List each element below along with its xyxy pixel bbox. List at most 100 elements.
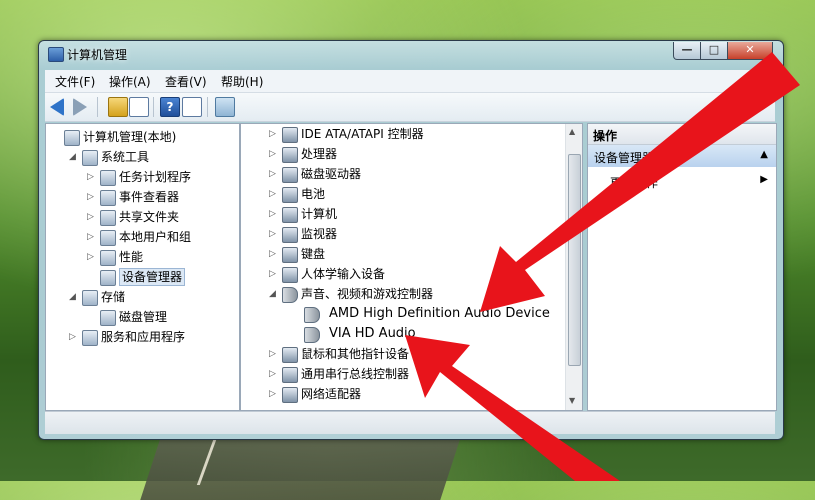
show-hide-tree-icon[interactable] — [129, 97, 149, 117]
collapse-icon[interactable]: ▲ — [760, 149, 768, 160]
tree-item-label: 设备管理器 — [119, 268, 186, 286]
device-tree-item[interactable]: ▷ 通用串行总线控制器 — [241, 365, 561, 383]
help-icon[interactable]: ? — [160, 97, 180, 117]
device-tree-item[interactable]: ▷ 磁盘驱动器 — [241, 165, 561, 183]
up-folder-icon[interactable] — [108, 97, 128, 117]
tree-item-label: 事件查看器 — [119, 190, 180, 204]
tree-item-label: 任务计划程序 — [119, 170, 192, 184]
status-bar — [45, 411, 775, 434]
expand-icon[interactable]: ▷ — [69, 328, 76, 346]
device-label: 计算机 — [301, 207, 338, 221]
expand-icon[interactable]: ▷ — [87, 188, 94, 206]
actions-section[interactable]: 设备管理器 ▲ — [588, 145, 776, 167]
monitor-icon — [282, 227, 298, 243]
device-tree-item[interactable]: ▷ IDE ATA/ATAPI 控制器 — [241, 125, 561, 143]
tree-item[interactable]: ▷ 服务和应用程序 — [46, 328, 236, 346]
expand-icon[interactable]: ▷ — [269, 265, 276, 283]
tree-item-label: 性能 — [119, 250, 144, 264]
device-tree-item[interactable]: ◢ 声音、视频和游戏控制器 — [241, 285, 561, 303]
expand-icon[interactable]: ▷ — [269, 205, 276, 223]
device-tree-item[interactable]: ▷ 计算机 — [241, 205, 561, 223]
tree-item[interactable]: ▷ 任务计划程序 — [46, 168, 236, 186]
chevron-right-icon: ▶ — [760, 174, 768, 185]
device-label: 声音、视频和游戏控制器 — [301, 287, 434, 301]
tree-item[interactable]: ▷ 共享文件夹 — [46, 208, 236, 226]
tree-item[interactable]: ◢ 系统工具 — [46, 148, 236, 166]
device-tree-item[interactable]: ▷ 电池 — [241, 185, 561, 203]
expand-icon[interactable]: ▷ — [269, 345, 276, 363]
tree-item[interactable]: ▷ 事件查看器 — [46, 188, 236, 206]
tools-icon — [82, 150, 98, 166]
scan-hardware-icon[interactable] — [215, 97, 235, 117]
expand-icon[interactable]: ▷ — [87, 248, 94, 266]
device-tree-item[interactable]: ▷ 人体学输入设备 — [241, 265, 561, 283]
actions-section-label: 设备管理器 — [594, 151, 655, 165]
toolbar: ? — [45, 93, 775, 122]
forward-arrow-icon[interactable] — [73, 98, 87, 116]
title-bar[interactable]: 计算机管理 — □ ✕ — [39, 41, 783, 67]
expand-icon[interactable]: ▷ — [269, 385, 276, 403]
device-tree-item[interactable]: ▷ 键盘 — [241, 245, 561, 263]
device-tree-item[interactable]: ▷ 网络适配器 — [241, 385, 561, 403]
toolbar-separator — [153, 97, 154, 117]
tree-item[interactable]: ◢ 存储 — [46, 288, 236, 306]
expand-icon[interactable]: ▷ — [269, 125, 276, 143]
expand-icon[interactable]: ▷ — [87, 228, 94, 246]
collapse-icon[interactable]: ◢ — [69, 288, 76, 306]
close-button[interactable]: ✕ — [727, 42, 773, 60]
tree-item[interactable]: 设备管理器 — [46, 268, 236, 286]
speaker-icon — [304, 307, 320, 323]
device-label: 处理器 — [301, 147, 338, 161]
device-label: VIA HD Audio — [329, 326, 416, 341]
device-label: 人体学输入设备 — [301, 267, 386, 281]
scrollbar-thumb[interactable] — [568, 154, 581, 366]
tree-item[interactable]: ▷ 性能 — [46, 248, 236, 266]
event-viewer-icon — [100, 190, 116, 206]
speaker-icon — [282, 287, 298, 303]
device-tree-item[interactable]: ▷ 处理器 — [241, 145, 561, 163]
tree-item-label: 系统工具 — [101, 150, 150, 164]
expand-icon[interactable]: ▷ — [269, 245, 276, 263]
tree-item[interactable]: 磁盘管理 — [46, 308, 236, 326]
expand-icon[interactable]: ▷ — [269, 365, 276, 383]
computer-icon — [282, 207, 298, 223]
device-label: 网络适配器 — [301, 387, 362, 401]
device-tree-item[interactable]: VIA HD Audio — [241, 325, 561, 343]
collapse-icon[interactable]: ◢ — [69, 148, 76, 166]
device-tree-item[interactable]: ▷ 监视器 — [241, 225, 561, 243]
more-actions-item[interactable]: 更多操作 ▶ — [588, 172, 776, 192]
vertical-scrollbar[interactable]: ▲ ▼ — [565, 124, 582, 410]
menu-view[interactable]: 查看(V) — [165, 73, 207, 90]
device-manager-icon — [100, 270, 116, 286]
tree-item[interactable]: ▷ 本地用户和组 — [46, 228, 236, 246]
expand-icon[interactable]: ▷ — [87, 208, 94, 226]
maximize-button[interactable]: □ — [700, 42, 728, 60]
usb-icon — [282, 367, 298, 383]
expand-icon[interactable]: ▷ — [87, 168, 94, 186]
tree-item-label: 磁盘管理 — [119, 310, 168, 324]
device-tree-item[interactable]: AMD High Definition Audio Device — [241, 305, 561, 323]
menu-help[interactable]: 帮助(H) — [221, 73, 263, 90]
properties-icon[interactable] — [182, 97, 202, 117]
menu-file[interactable]: 文件(F) — [55, 73, 95, 90]
device-tree-item[interactable]: ▷ 鼠标和其他指针设备 — [241, 345, 561, 363]
more-actions-label: 更多操作 — [610, 176, 659, 190]
tree-item-label: 本地用户和组 — [119, 230, 192, 244]
tree-item[interactable]: 计算机管理(本地) — [46, 128, 236, 146]
performance-icon — [100, 250, 116, 266]
expand-icon[interactable]: ▷ — [269, 165, 276, 183]
device-tree-pane: ▷ IDE ATA/ATAPI 控制器 ▷ 处理器 ▷ 磁盘驱动器 ▷ 电池 ▷ 计算机 ▷ 监视器 ▷… — [240, 123, 583, 411]
back-arrow-icon[interactable] — [50, 98, 64, 116]
scroll-up-icon[interactable]: ▲ — [569, 127, 575, 136]
collapse-icon[interactable]: ◢ — [269, 285, 276, 303]
tree-item-label: 服务和应用程序 — [101, 330, 186, 344]
minimize-button[interactable]: — — [673, 42, 701, 60]
expand-icon[interactable]: ▷ — [269, 145, 276, 163]
device-label: 磁盘驱动器 — [301, 167, 362, 181]
menu-action[interactable]: 操作(A) — [109, 73, 151, 90]
expand-icon[interactable]: ▷ — [269, 225, 276, 243]
expand-icon[interactable]: ▷ — [269, 185, 276, 203]
ide-controller-icon — [282, 127, 298, 143]
scroll-down-icon[interactable]: ▼ — [569, 396, 575, 405]
computer-management-icon — [48, 47, 64, 62]
